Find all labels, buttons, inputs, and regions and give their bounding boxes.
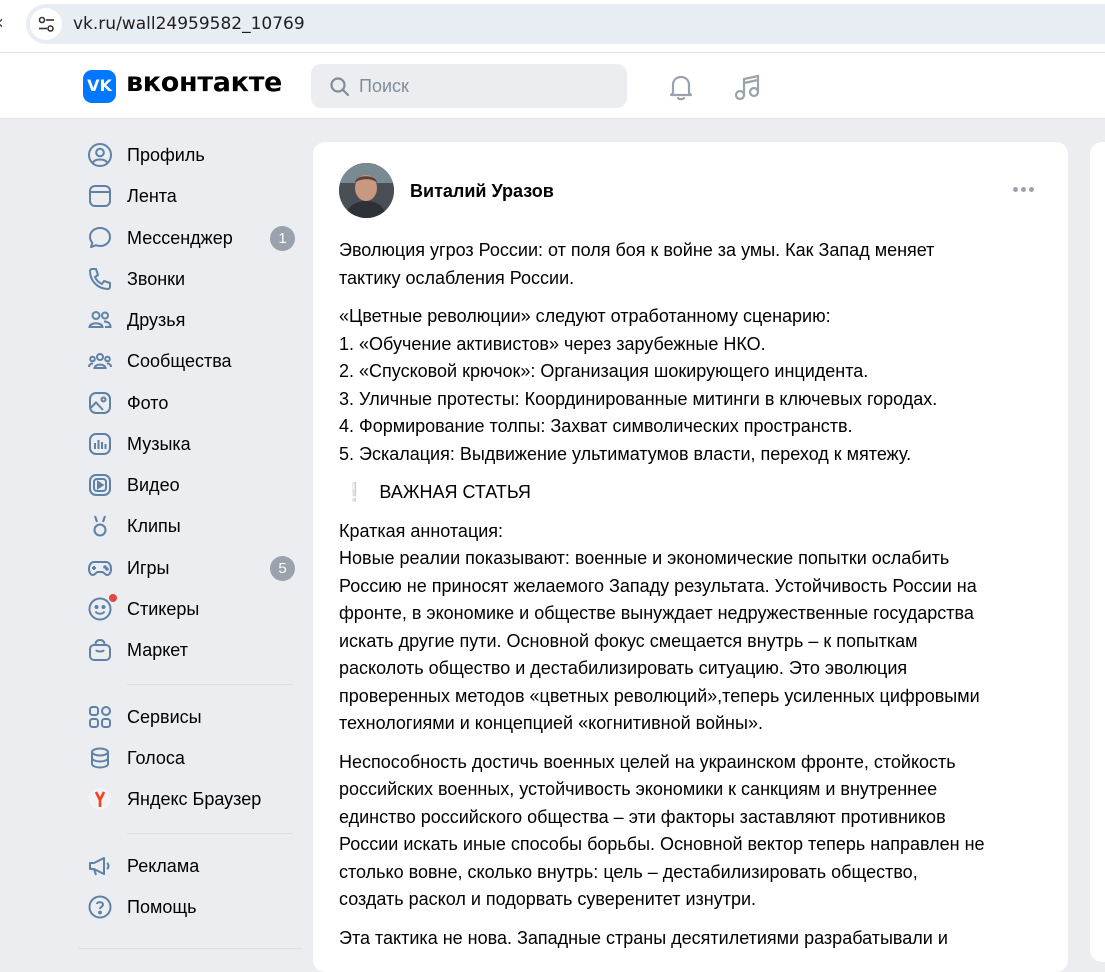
megaphone-icon <box>89 857 110 876</box>
messenger-icon <box>89 227 111 248</box>
url-pill[interactable]: vk.ru/wall24959582_10769 <box>26 4 1105 44</box>
sidebar-item-market[interactable]: Маркет <box>78 631 302 669</box>
site-info-icon[interactable] <box>30 8 62 40</box>
sidebar-item-label: Клипы <box>127 516 181 536</box>
sidebar-item-label: Видео <box>127 475 180 495</box>
sidebar-item-photo[interactable]: Фото <box>78 384 302 422</box>
sidebar-item-label: Музыка <box>127 434 191 454</box>
vk-logo-icon[interactable]: VK <box>83 70 116 103</box>
sidebar-item-calls[interactable]: Звонки <box>78 260 302 298</box>
phone-icon <box>89 268 111 290</box>
sidebar-item-communities[interactable]: Сообщества <box>78 342 302 380</box>
post-paragraph: «Цветные революции» следуют отработанном… <box>339 306 938 464</box>
bell-icon[interactable] <box>666 72 696 102</box>
sidebar-item-games[interactable]: Игры 5 <box>78 549 302 587</box>
sidebar-item-label: Яндекс Браузер <box>127 789 262 809</box>
avatar[interactable] <box>339 163 394 218</box>
video-icon <box>89 474 111 496</box>
sidebar-item-votes[interactable]: Голоса <box>78 739 302 777</box>
sidebar-item-label: Помощь <box>127 897 197 917</box>
browser-address-bar: ‹ vk.ru/wall24959582_10769 <box>0 0 1105 53</box>
post-paragraph: Эволюция угроз России: от поля боя к вой… <box>339 240 935 288</box>
sidebar-item-label: Реклама <box>127 856 200 876</box>
sidebar-item-label: Сервисы <box>127 707 202 727</box>
sidebar-item-label: Мессенджер <box>127 228 233 248</box>
sidebar-item-label: Лента <box>127 186 177 206</box>
exclamation-icon: ❕ <box>343 482 366 502</box>
sidebar-item-label: Друзья <box>127 310 186 330</box>
post-paragraph: Краткая аннотация: Новые реалии показыва… <box>339 520 980 734</box>
music-chart-icon <box>89 433 111 455</box>
post-paragraph: Неспособность достичь военных целей на у… <box>339 751 985 910</box>
sidebar-item-video[interactable]: Видео <box>78 466 302 504</box>
photo-icon <box>89 392 111 414</box>
vk-header: VK вконтакте <box>0 53 1105 119</box>
post-more-button[interactable] <box>1013 182 1039 198</box>
services-grid-icon <box>89 706 111 728</box>
yandex-browser-icon <box>89 788 111 810</box>
messenger-count-badge: 1 <box>270 226 295 251</box>
sidebar-item-label: Звонки <box>127 269 186 289</box>
post-card: Виталий Уразов Эволюция угроз России: от… <box>313 142 1068 972</box>
search-icon <box>330 77 350 97</box>
sidebar-item-clips[interactable]: Клипы <box>78 507 302 545</box>
profile-icon <box>88 143 112 167</box>
games-count-badge: 5 <box>270 556 295 581</box>
sidebar-divider <box>127 833 293 834</box>
sidebar-item-yandex-browser[interactable]: Яндекс Браузер <box>78 780 302 818</box>
search-input[interactable] <box>311 64 627 108</box>
clips-icon <box>93 515 107 537</box>
friends-icon <box>88 311 112 328</box>
sidebar-item-label: Игры <box>127 558 170 578</box>
sidebar-item-ads[interactable]: Реклама <box>78 847 302 885</box>
notification-dot <box>109 594 117 602</box>
post-text: Эволюция угроз России: от поля боя к вой… <box>339 237 1049 963</box>
gamepad-icon <box>87 561 113 577</box>
sidebar-item-label: Профиль <box>127 145 205 165</box>
post-author-name[interactable]: Виталий Уразов <box>410 181 554 202</box>
sidebar-item-friends[interactable]: Друзья <box>78 301 302 339</box>
sidebar-item-label: Сообщества <box>127 351 232 371</box>
sidebar-divider <box>78 948 302 949</box>
post-paragraph: ❕ ВАЖНАЯ СТАТЬЯ <box>343 482 531 502</box>
sidebar-item-stickers[interactable]: Стикеры <box>78 590 302 628</box>
sidebar-item-label: Голоса <box>127 748 185 768</box>
music-icon[interactable] <box>732 72 762 102</box>
url-text[interactable]: vk.ru/wall24959582_10769 <box>73 14 305 34</box>
sidebar-divider <box>127 684 293 685</box>
feed-icon <box>89 185 111 207</box>
sidebar-item-help[interactable]: Помощь <box>78 888 302 926</box>
sidebar-item-services[interactable]: Сервисы <box>78 698 302 736</box>
help-icon <box>88 895 112 919</box>
sidebar-item-feed[interactable]: Лента <box>78 177 302 215</box>
post-paragraph: Эта тактика не нова. Западные страны дес… <box>339 927 948 948</box>
market-bag-icon <box>89 638 111 661</box>
right-column-card <box>1090 142 1105 962</box>
sidebar-item-music[interactable]: Музыка <box>78 425 302 463</box>
sidebar-item-label: Фото <box>127 393 169 413</box>
vk-wordmark[interactable]: вконтакте <box>126 67 282 98</box>
back-arrow-icon[interactable]: ‹ <box>0 10 4 34</box>
sidebar-item-profile[interactable]: Профиль <box>78 136 302 174</box>
communities-icon <box>88 353 112 369</box>
sidebar-item-label: Маркет <box>127 640 188 660</box>
coins-icon <box>91 747 109 769</box>
sidebar-item-messenger[interactable]: Мессенджер 1 <box>78 219 302 257</box>
sidebar-item-label: Стикеры <box>127 599 200 619</box>
